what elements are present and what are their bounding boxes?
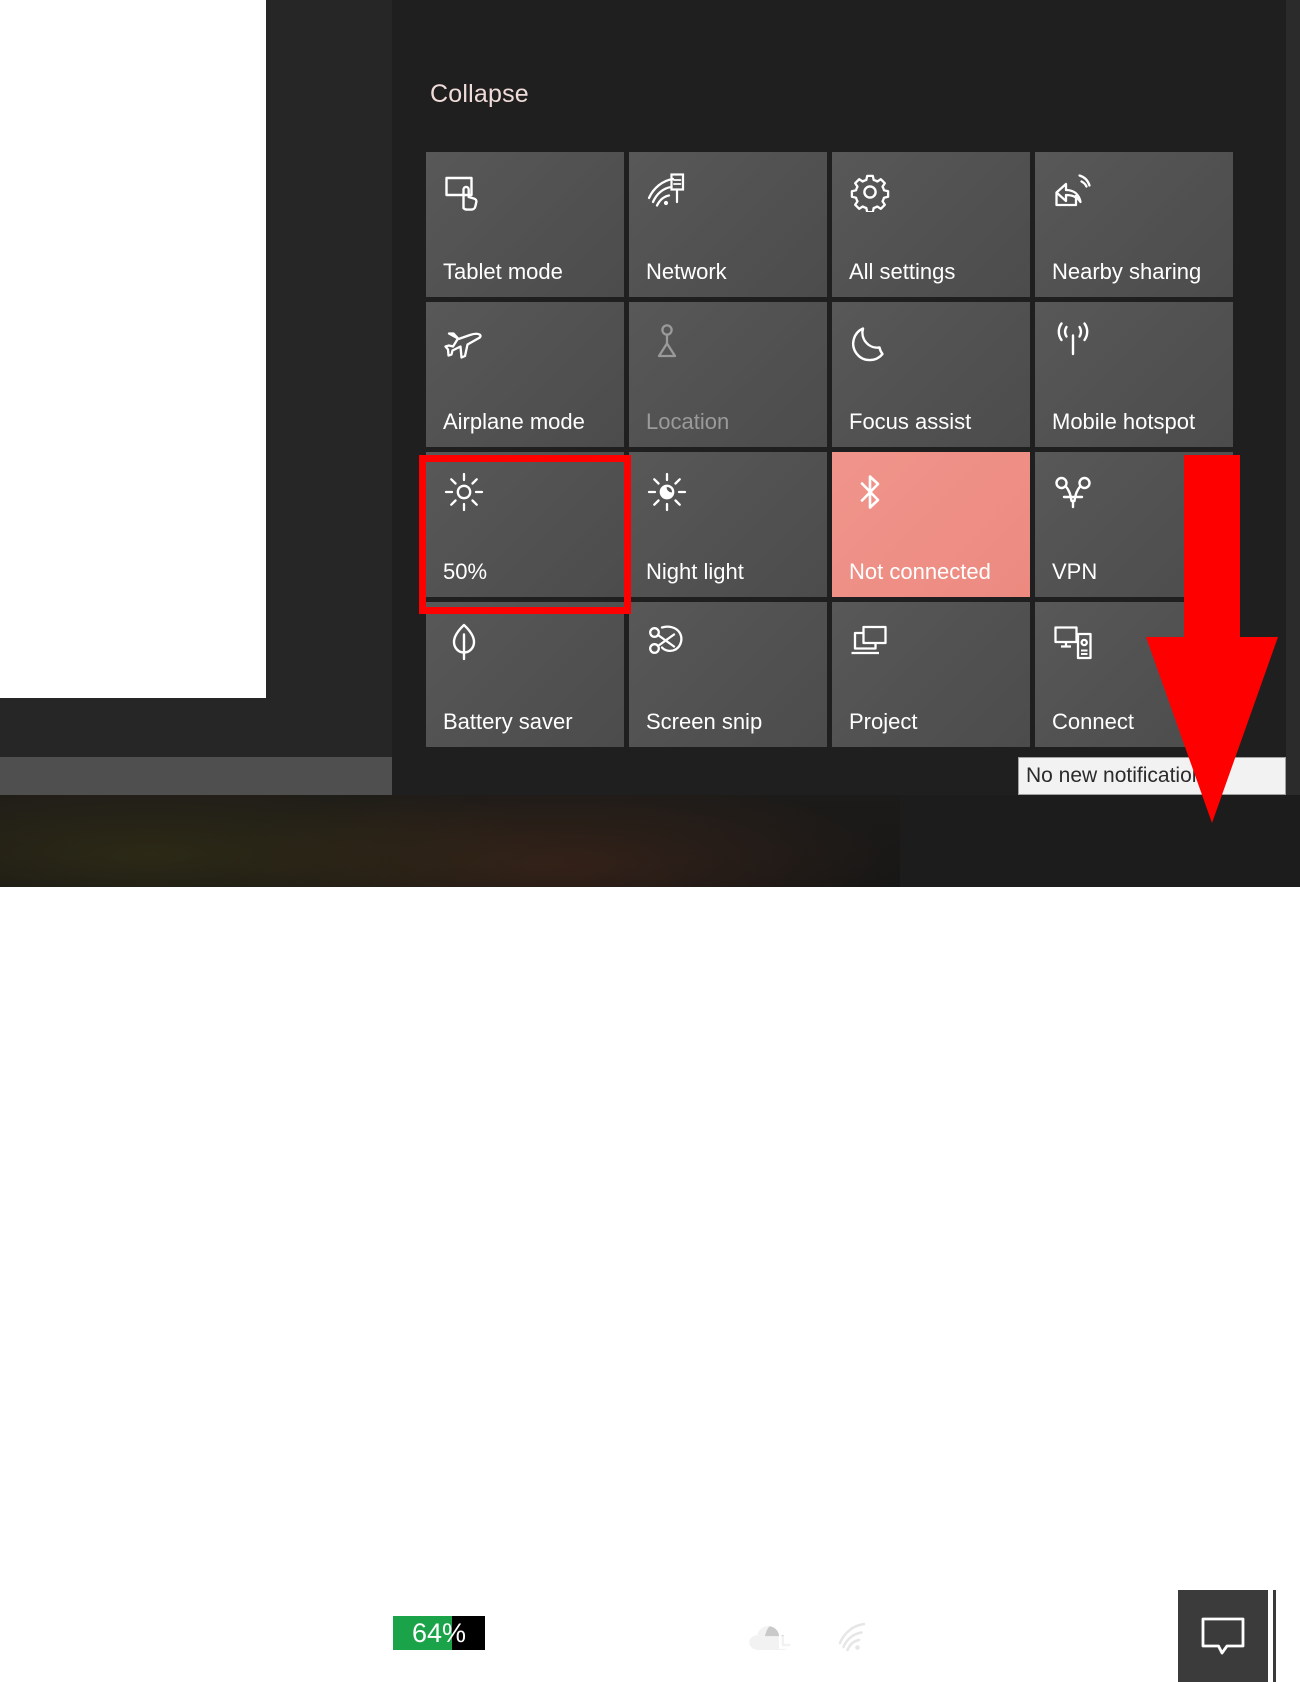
- document-window: [0, 0, 266, 698]
- quick-action-label-battery-saver: Battery saver: [443, 709, 573, 734]
- quick-action-tile-vpn[interactable]: VPN: [1035, 452, 1233, 597]
- bluetooth-icon: [848, 470, 892, 514]
- quick-actions-grid: Tablet mode Network All settings Nearby …: [426, 152, 1254, 747]
- window-gray-band: [0, 757, 392, 795]
- location-pin-icon: [645, 320, 689, 364]
- taskbar: 64% VIE 10:06 PM 10/26/2019: [0, 795, 1300, 1682]
- network-wifi-icon: [645, 170, 689, 214]
- language-indicator[interactable]: VIE: [952, 1621, 995, 1650]
- leaf-icon: [442, 620, 486, 664]
- taskbar-clock[interactable]: 10:06 PM 10/26/2019: [1020, 1601, 1166, 1669]
- quick-action-label-connect: Connect: [1052, 709, 1134, 734]
- vpn-icon: [1051, 470, 1095, 514]
- scissors-icon: [645, 620, 689, 664]
- project-screen-icon: [848, 620, 892, 664]
- quick-action-tile-connect[interactable]: Connect: [1035, 602, 1233, 747]
- quick-action-label-focus-assist: Focus assist: [849, 409, 972, 434]
- quick-action-label-project: Project: [849, 709, 918, 734]
- action-center-panel: Collapse Tablet mode Network All setting…: [392, 0, 1286, 795]
- quick-action-tile-nearby-sharing[interactable]: Nearby sharing: [1035, 152, 1233, 297]
- taskbar-right-region: [900, 795, 1300, 887]
- quick-action-label-location: Location: [646, 409, 730, 434]
- battery-icon[interactable]: [778, 1617, 826, 1657]
- hotspot-icon: [1051, 320, 1095, 364]
- volume-icon[interactable]: [890, 1613, 934, 1657]
- action-center-button[interactable]: [1178, 1590, 1268, 1682]
- quick-action-tile-mobile-hotspot[interactable]: Mobile hotspot: [1035, 302, 1233, 447]
- desktop-dark-area-below-document: [0, 698, 392, 757]
- desktop-dark-area-left: [266, 0, 392, 757]
- wifi-icon[interactable]: [836, 1615, 878, 1657]
- quick-action-tile-project[interactable]: Project: [832, 602, 1030, 747]
- tablet-mode-icon: [442, 170, 486, 214]
- airplane-icon: [442, 320, 486, 364]
- collapse-button[interactable]: Collapse: [430, 82, 529, 107]
- tooltip-label: No new notifications: [1026, 764, 1214, 787]
- quick-action-label-nearby-sharing: Nearby sharing: [1052, 259, 1202, 284]
- quick-action-label-vpn: VPN: [1052, 559, 1098, 584]
- quick-action-tile-network[interactable]: Network: [629, 152, 827, 297]
- quick-action-tile-all-settings[interactable]: All settings: [832, 152, 1030, 297]
- quick-action-tile-brightness[interactable]: 50%: [426, 452, 624, 597]
- taskbar-divider: [1273, 1590, 1276, 1682]
- battery-percentage-label: 64%: [411, 1617, 467, 1648]
- moon-icon: [848, 320, 892, 364]
- quick-action-tile-focus-assist[interactable]: Focus assist: [832, 302, 1030, 447]
- quick-action-label-bluetooth: Not connected: [849, 559, 991, 584]
- gear-icon: [848, 170, 892, 214]
- show-hidden-icons-chevron-icon[interactable]: [665, 1615, 709, 1657]
- connect-device-icon: [1051, 620, 1095, 664]
- quick-action-tile-night-light[interactable]: Night light: [629, 452, 827, 597]
- quick-action-tile-bluetooth[interactable]: Not connected: [832, 452, 1030, 597]
- quick-action-label-airplane-mode: Airplane mode: [443, 409, 585, 434]
- people-icon[interactable]: [583, 1613, 629, 1659]
- brightness-icon: [442, 470, 486, 514]
- quick-action-label-night-light: Night light: [646, 559, 744, 584]
- quick-action-label-mobile-hotspot: Mobile hotspot: [1052, 409, 1196, 434]
- quick-action-label-screen-snip: Screen snip: [646, 709, 763, 734]
- clock-time: 10:06 PM: [1043, 1605, 1143, 1631]
- clock-date: 10/26/2019: [1035, 1639, 1151, 1665]
- battery-percentage-badge: 64%: [388, 1611, 498, 1655]
- quick-action-label-brightness: 50%: [443, 559, 488, 584]
- quick-action-tile-airplane-mode[interactable]: Airplane mode: [426, 302, 624, 447]
- quick-action-tile-tablet-mode[interactable]: Tablet mode: [426, 152, 624, 297]
- quick-action-label-tablet-mode: Tablet mode: [443, 259, 563, 284]
- quick-action-label-network: Network: [646, 259, 727, 284]
- share-icon: [1051, 170, 1095, 214]
- notifications-tooltip: No new notifications: [1018, 757, 1286, 795]
- battery-badge-cap: [490, 1624, 498, 1643]
- quick-action-tile-location[interactable]: Location: [629, 302, 827, 447]
- action-center-right-strip: [1286, 0, 1300, 795]
- quick-action-label-all-settings: All settings: [849, 259, 956, 284]
- quick-action-tile-battery-saver[interactable]: Battery saver: [426, 602, 624, 747]
- quick-action-tile-screen-snip[interactable]: Screen snip: [629, 602, 827, 747]
- night-light-icon: [645, 470, 689, 514]
